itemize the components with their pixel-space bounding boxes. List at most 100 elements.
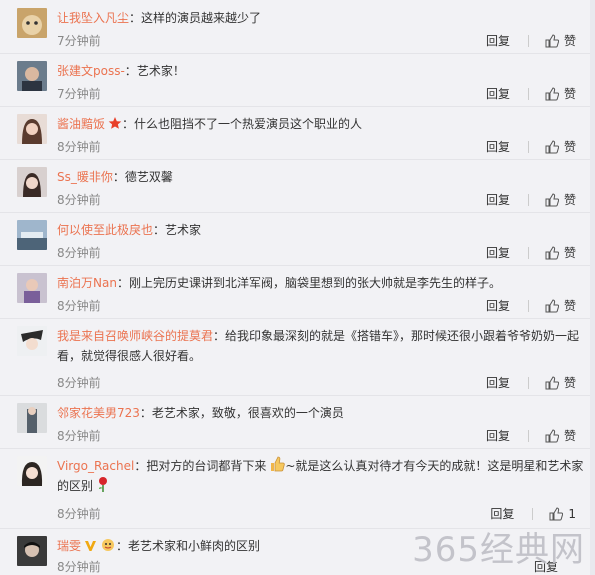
verified-v-icon (85, 541, 97, 551)
username-link[interactable]: Virgo_Rachel (57, 459, 134, 473)
comment-time: 8分钟前 (57, 376, 101, 390)
comment-item: 酱油黯饭 ：什么也阻挡不了一个热爱演员这个职业的人 8分钟前 回复 赞 (0, 106, 590, 160)
username-link[interactable]: 张建文poss- (57, 64, 125, 78)
comment-actions: 回复 赞 (486, 374, 576, 391)
reply-button[interactable]: 回复 (486, 138, 510, 155)
thumbs-up-icon (545, 245, 559, 259)
reply-button[interactable]: 回复 (486, 244, 510, 261)
comment-item: 南泊万Nan：刚上完历史课讲到北洋军阀，脑袋里想到的张大帅就是李先生的样子。 8… (0, 265, 590, 319)
thumbs-up-emoji-icon (271, 456, 286, 472)
like-button[interactable]: 赞 (545, 138, 576, 155)
watermark: 365经典网 (412, 530, 585, 570)
comment-actions: 回复 赞 (486, 32, 576, 49)
avatar[interactable] (17, 536, 47, 566)
like-label: 赞 (563, 140, 576, 154)
like-button[interactable]: 赞 (545, 427, 576, 444)
action-divider (527, 246, 529, 259)
thumbs-up-icon (545, 33, 559, 47)
reply-button[interactable]: 回复 (486, 374, 510, 391)
comment-actions: 回复 赞 (486, 427, 576, 444)
comment-item: 张建文poss-：艺术家！ 7分钟前 回复 赞 (0, 53, 590, 107)
comment-text: 艺术家 (165, 223, 202, 237)
comment-text-line: 南泊万Nan：刚上完历史课讲到北洋军阀，脑袋里想到的张大帅就是李先生的样子。 (57, 276, 501, 290)
comment-text: 刚上完历史课讲到北洋军阀，脑袋里想到的张大帅就是李先生的样子。 (128, 276, 501, 290)
avatar[interactable] (17, 456, 47, 486)
comment-time: 8分钟前 (57, 299, 101, 313)
like-button[interactable]: 赞 (545, 191, 576, 208)
scrollbar[interactable] (590, 0, 595, 575)
reply-button[interactable]: 回复 (486, 32, 510, 49)
comment-text-line: 何以使至此极戾也：艺术家 (57, 223, 202, 237)
avatar[interactable] (17, 403, 47, 433)
comment-text-line: Virgo_Rachel：把对方的台词都背下来 ~就是这么认真对待才有今天的成就！… (57, 456, 587, 496)
comment-text-line: 张建文poss-：艺术家！ (57, 64, 185, 78)
action-divider (527, 87, 529, 100)
like-button[interactable]: 赞 (545, 297, 576, 314)
reply-button[interactable]: 回复 (486, 427, 510, 444)
username-link[interactable]: 南泊万Nan (57, 276, 117, 290)
comment-text: 把对方的台词都背下来 (146, 459, 267, 473)
comment-time: 8分钟前 (57, 429, 101, 443)
comment-time: 7分钟前 (57, 34, 101, 48)
comment-time: 8分钟前 (57, 246, 101, 260)
like-label: 赞 (563, 193, 576, 207)
thumbs-up-icon (545, 86, 559, 100)
star-badge-icon (108, 117, 122, 129)
reply-button[interactable]: 回复 (486, 85, 510, 102)
thumbs-up-icon (545, 298, 559, 312)
comment-text-line: 邻家花美男723：老艺术家，致敬，很喜欢的一个演员 (57, 406, 344, 420)
username-link[interactable]: 邻家花美男723 (57, 406, 140, 420)
comment-item: 我是来自召唤师峡谷的提莫君：给我印象最深刻的就是《搭错车》，那时候还很小跟着爷爷… (0, 318, 590, 396)
comment-text-line: Ss_暖非你：德艺双馨 (57, 170, 173, 184)
username-link[interactable]: 瑞雯 (57, 539, 81, 553)
avatar[interactable] (17, 114, 47, 144)
like-label: 赞 (563, 376, 576, 390)
username-link[interactable]: 我是来自召唤师峡谷的提莫君 (57, 329, 213, 343)
avatar[interactable] (17, 167, 47, 197)
comment-actions: 回复 赞 (486, 297, 576, 314)
reply-button[interactable]: 回复 (486, 191, 510, 208)
username-link[interactable]: 让我坠入凡尘 (57, 11, 129, 25)
like-label: 赞 (563, 429, 576, 443)
like-button[interactable]: 赞 (545, 244, 576, 261)
username-link[interactable]: Ss_暖非你 (57, 170, 113, 184)
comment-item: Ss_暖非你：德艺双馨 8分钟前 回复 赞 (0, 159, 590, 213)
comment-actions: 回复 赞 (486, 244, 576, 261)
comment-time: 8分钟前 (57, 193, 101, 207)
like-count: 1 (568, 506, 576, 521)
thumbs-up-icon (545, 139, 559, 153)
comment-text-line: 我是来自召唤师峡谷的提莫君：给我印象最深刻的就是《搭错车》，那时候还很小跟着爷爷… (57, 329, 580, 363)
avatar[interactable] (17, 8, 47, 38)
avatar[interactable] (17, 326, 47, 356)
avatar[interactable] (17, 273, 47, 303)
comment-actions: 回复 赞 (486, 85, 576, 102)
like-label: 赞 (563, 87, 576, 101)
like-button[interactable]: 赞 (545, 85, 576, 102)
comment-text: 什么也阻挡不了一个热爱演员这个职业的人 (134, 117, 363, 131)
comment-text: 老艺术家和小鲜肉的区别 (128, 539, 261, 553)
reply-button[interactable]: 回复 (490, 505, 514, 522)
comment-text: 德艺双馨 (124, 170, 173, 184)
comment-item: Virgo_Rachel：把对方的台词都背下来 ~就是这么认真对待才有今天的成就！… (0, 448, 590, 529)
username-link[interactable]: 酱油黯饭 (57, 117, 105, 131)
emoji-icon (102, 539, 115, 551)
comment-item: 邻家花美男723：老艺术家，致敬，很喜欢的一个演员 8分钟前 回复 赞 (0, 395, 590, 449)
username-link[interactable]: 何以使至此极戾也 (57, 223, 153, 237)
comment-item: 何以使至此极戾也：艺术家 8分钟前 回复 赞 (0, 212, 590, 266)
avatar[interactable] (17, 220, 47, 250)
like-label: 赞 (563, 34, 576, 48)
comment-text-line: 让我坠入凡尘：这样的演员越来越少了 (57, 11, 262, 25)
thumbs-up-icon (545, 428, 559, 442)
comment-actions: 回复 赞 (486, 191, 576, 208)
like-button[interactable]: 赞 (545, 374, 576, 391)
avatar[interactable] (17, 61, 47, 91)
comment-actions: 回复 1 (490, 505, 576, 522)
comment-text: 老艺术家，致敬，很喜欢的一个演员 (151, 406, 344, 420)
comment-time: 7分钟前 (57, 87, 101, 101)
reply-button[interactable]: 回复 (486, 297, 510, 314)
comment-text-line: 酱油黯饭 ：什么也阻挡不了一个热爱演员这个职业的人 (57, 117, 363, 131)
like-button[interactable]: 赞 (545, 32, 576, 49)
like-label: 赞 (563, 246, 576, 260)
like-button[interactable]: 1 (549, 507, 576, 521)
comment-time: 8分钟前 (57, 140, 101, 154)
